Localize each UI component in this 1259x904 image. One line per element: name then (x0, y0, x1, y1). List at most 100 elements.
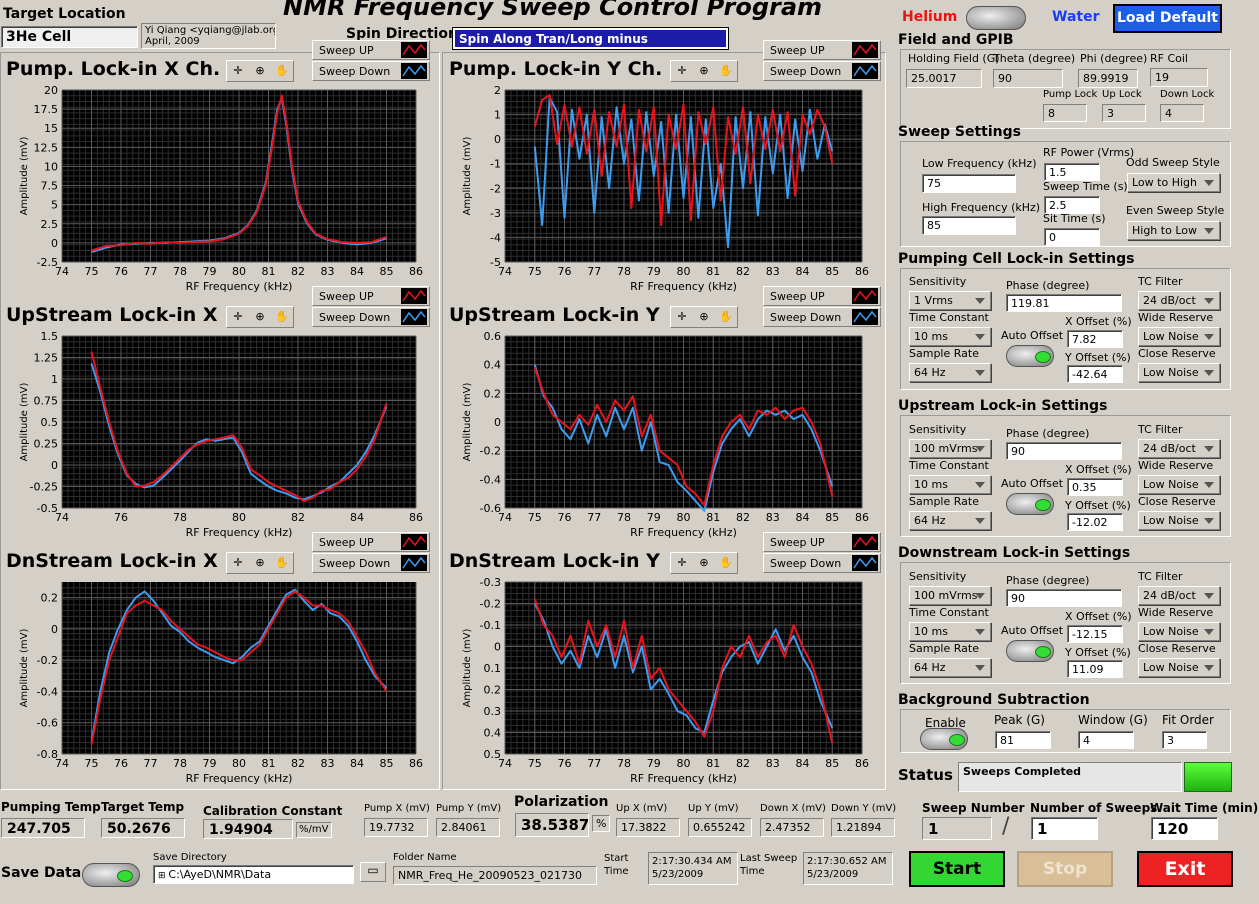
sensitivity-dropdown[interactable]: 1 Vrms (909, 291, 991, 310)
stop-button[interactable]: Stop (1017, 851, 1113, 887)
chart-title-pump-y: Pump. Lock-in Y Ch. (449, 58, 663, 80)
rf-coil-value[interactable]: 19 (1150, 68, 1208, 87)
pan-hand-icon[interactable]: ✋ (274, 64, 290, 78)
legend-sweep-up[interactable]: Sweep UP (312, 40, 430, 60)
sample-rate-dropdown[interactable]: 64 Hz (909, 511, 991, 530)
cursor-icon[interactable]: ✛ (230, 310, 246, 324)
pan-hand-icon[interactable]: ✋ (718, 556, 734, 570)
window-input[interactable]: 4 (1078, 731, 1134, 749)
graph-toolbar-dnstream-x[interactable]: ✛ ⊕ ✋ (226, 552, 294, 574)
zoom-icon[interactable]: ⊕ (696, 556, 712, 570)
sit-time-input[interactable]: 0 (1044, 228, 1100, 246)
x-offset-input[interactable]: 0.35 (1067, 478, 1123, 496)
fit-order-input[interactable]: 3 (1162, 731, 1207, 749)
legend-sweep-down[interactable]: Sweep Down (763, 553, 881, 573)
auto-offset-toggle[interactable] (1006, 640, 1054, 662)
legend-sweep-up[interactable]: Sweep UP (312, 286, 430, 306)
phase-input[interactable]: 90 (1006, 442, 1122, 460)
sensitivity-dropdown[interactable]: 100 mVrms (909, 586, 991, 605)
zoom-icon[interactable]: ⊕ (252, 310, 268, 324)
x-offset-input[interactable]: -12.15 (1067, 625, 1123, 643)
load-default-button[interactable]: Load Default (1113, 4, 1222, 33)
legend-sweep-down[interactable]: Sweep Down (763, 61, 881, 81)
y-offset-input[interactable]: -12.02 (1067, 513, 1123, 531)
x-tick-label: 80 (677, 265, 691, 278)
legend-sweep-up[interactable]: Sweep UP (763, 532, 881, 552)
x-tick-label: 78 (173, 511, 187, 524)
legend-sweep-down[interactable]: Sweep Down (312, 553, 430, 573)
pan-hand-icon[interactable]: ✋ (274, 556, 290, 570)
time-constant-dropdown[interactable]: 10 ms (909, 327, 991, 346)
tc-filter-dropdown[interactable]: 24 dB/oct (1138, 586, 1220, 605)
wide-reserve-dropdown[interactable]: Low Noise (1138, 327, 1220, 346)
peak-label: Peak (G) (994, 713, 1045, 727)
legend-sweep-down-label: Sweep Down (770, 65, 842, 78)
tc-filter-dropdown[interactable]: 24 dB/oct (1138, 439, 1220, 458)
zoom-icon[interactable]: ⊕ (696, 310, 712, 324)
graph-toolbar-upstream-y[interactable]: ✛ ⊕ ✋ (670, 306, 738, 328)
peak-input[interactable]: 81 (995, 731, 1051, 749)
up-lock-value[interactable]: 3 (1102, 104, 1146, 122)
cursor-icon[interactable]: ✛ (230, 64, 246, 78)
y-tick-label: 0.25 (34, 438, 59, 451)
target-location-field[interactable]: 3He Cell (1, 26, 138, 48)
y-offset-input[interactable]: -42.64 (1067, 365, 1123, 383)
legend-sweep-down[interactable]: Sweep Down (763, 307, 881, 327)
auto-offset-toggle[interactable] (1006, 493, 1054, 515)
spin-direction-field[interactable]: Spin Along Tran/Long minus (453, 28, 728, 49)
sample-rate-dropdown[interactable]: 64 Hz (909, 363, 991, 382)
pan-hand-icon[interactable]: ✋ (718, 64, 734, 78)
x-tick-label: 86 (409, 757, 423, 770)
zoom-icon[interactable]: ⊕ (696, 64, 712, 78)
graph-toolbar-pump-y[interactable]: ✛ ⊕ ✋ (670, 60, 738, 82)
sensitivity-dropdown[interactable]: 100 mVrms (909, 439, 991, 458)
legend-sweep-up[interactable]: Sweep UP (763, 286, 881, 306)
cursor-icon[interactable]: ✛ (674, 310, 690, 324)
exit-button[interactable]: Exit (1137, 851, 1233, 887)
wide-reserve-dropdown[interactable]: Low Noise (1138, 622, 1220, 641)
legend-sweep-down[interactable]: Sweep Down (312, 61, 430, 81)
save-dir-input[interactable]: ⊞ C:\AyeD\NMR\Data (153, 865, 354, 884)
num-sweeps-input[interactable]: 1 (1031, 817, 1098, 840)
zoom-icon[interactable]: ⊕ (252, 64, 268, 78)
helium-water-toggle[interactable] (966, 6, 1026, 30)
wait-time-input[interactable]: 120 (1151, 817, 1218, 840)
graph-toolbar-pump-x[interactable]: ✛ ⊕ ✋ (226, 60, 294, 82)
time-constant-dropdown[interactable]: 10 ms (909, 622, 991, 641)
pump-lock-value[interactable]: 8 (1043, 104, 1087, 122)
folder-browse-icon[interactable]: ▭ (360, 862, 386, 882)
time-constant-dropdown[interactable]: 10 ms (909, 475, 991, 494)
legend-sweep-up[interactable]: Sweep UP (763, 40, 881, 60)
polarization-label: Polarization (514, 794, 609, 810)
low-freq-input[interactable]: 75 (922, 174, 1016, 193)
cursor-icon[interactable]: ✛ (674, 556, 690, 570)
cursor-icon[interactable]: ✛ (674, 64, 690, 78)
phase-input[interactable]: 90 (1006, 589, 1122, 607)
wide-reserve-dropdown[interactable]: Low Noise (1138, 475, 1220, 494)
close-reserve-dropdown[interactable]: Low Noise (1138, 363, 1220, 382)
start-button[interactable]: Start (909, 851, 1005, 887)
tc-filter-dropdown[interactable]: 24 dB/oct (1138, 291, 1220, 310)
close-reserve-dropdown[interactable]: Low Noise (1138, 658, 1220, 677)
cursor-icon[interactable]: ✛ (230, 556, 246, 570)
zoom-icon[interactable]: ⊕ (252, 556, 268, 570)
down-lock-value[interactable]: 4 (1160, 104, 1204, 122)
sample-rate-dropdown[interactable]: 64 Hz (909, 658, 991, 677)
legend-sweep-down[interactable]: Sweep Down (312, 307, 430, 327)
rf-power-input[interactable]: 1.5 (1044, 163, 1100, 181)
y-offset-input[interactable]: 11.09 (1067, 660, 1123, 678)
odd-style-dropdown[interactable]: Low to High (1127, 173, 1220, 192)
legend-sweep-up[interactable]: Sweep UP (312, 532, 430, 552)
phase-input[interactable]: 119.81 (1006, 294, 1122, 312)
pan-hand-icon[interactable]: ✋ (718, 310, 734, 324)
close-reserve-dropdown[interactable]: Low Noise (1138, 511, 1220, 530)
save-data-toggle[interactable] (82, 863, 140, 887)
high-freq-input[interactable]: 85 (922, 216, 1016, 235)
pan-hand-icon[interactable]: ✋ (274, 310, 290, 324)
graph-toolbar-upstream-x[interactable]: ✛ ⊕ ✋ (226, 306, 294, 328)
graph-toolbar-dnstream-y[interactable]: ✛ ⊕ ✋ (670, 552, 738, 574)
x-offset-input[interactable]: 7.82 (1067, 330, 1123, 348)
even-style-dropdown[interactable]: High to Low (1127, 221, 1220, 240)
auto-offset-toggle[interactable] (1006, 345, 1054, 367)
enable-toggle[interactable] (920, 728, 968, 750)
